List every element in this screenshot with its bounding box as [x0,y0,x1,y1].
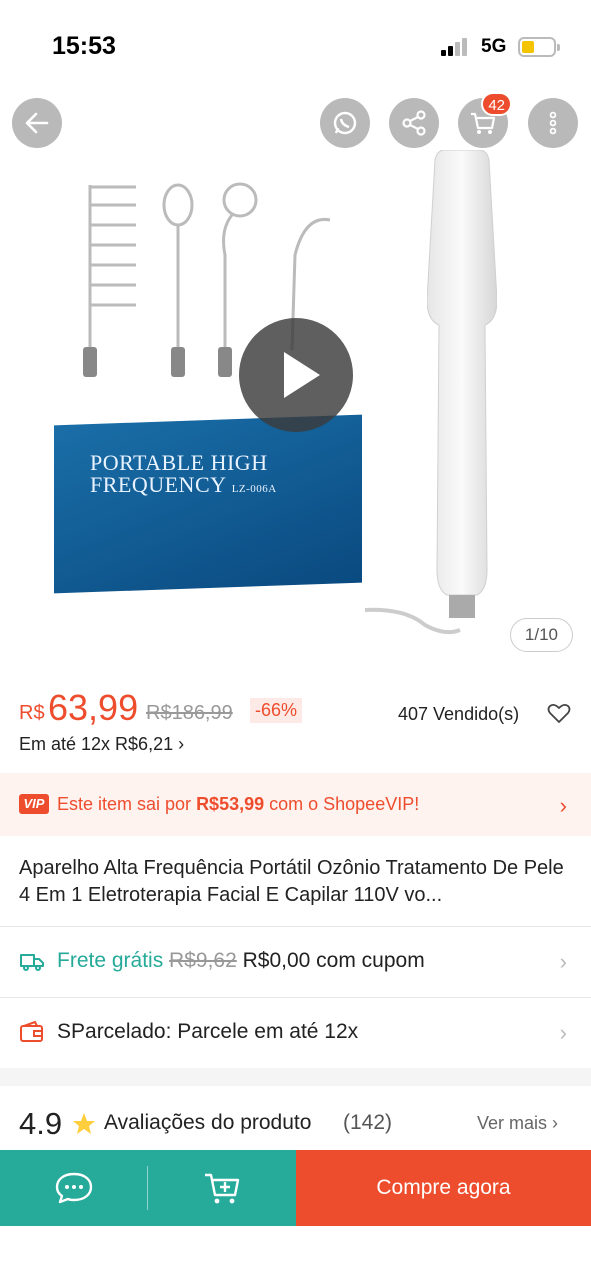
cart-count-badge: 42 [481,92,512,116]
wallet-icon [20,1020,43,1042]
battery-icon [518,37,560,57]
product-gallery[interactable]: PORTABLE HIGH FREQUENCY LZ-006A 42 1/10 [0,90,591,660]
whatsapp-share-button[interactable] [320,98,370,148]
add-to-cart-button[interactable] [148,1150,296,1226]
sparcelado-row[interactable]: SParcelado: Parcele em até 12x › [0,998,591,1068]
discount-badge: -66% [250,698,303,723]
chevron-right-icon: › [559,793,567,818]
vip-icon: VIP [19,794,49,814]
back-button[interactable] [12,98,62,148]
chevron-right-icon: › [559,1020,567,1045]
original-price: R$186,99 [146,702,233,724]
shipping-row[interactable]: Frete grátis R$9,62 R$0,00 com cupom › [0,927,591,997]
status-bar: 15:53 5G [0,0,591,90]
price-currency: R$ [19,702,45,724]
add-to-cart-icon [205,1173,240,1204]
star-icon [73,1113,95,1134]
see-more-link[interactable]: Ver mais › [477,1113,558,1134]
share-icon [402,110,426,136]
status-time: 15:53 [52,32,116,60]
chevron-right-icon: › [559,949,567,974]
reviews-count: (142) [343,1111,393,1134]
reviews-label: Avaliações do produto [104,1111,312,1134]
signal-icon [441,38,473,56]
chat-button[interactable] [0,1150,148,1226]
sold-count: 407 Vendido(s) [398,704,520,724]
whatsapp-icon [333,111,357,135]
section-gap [0,1068,591,1086]
heart-icon[interactable] [547,702,571,724]
wand-image [427,150,497,618]
network-label: 5G [481,36,507,57]
vip-text: Este item sai por R$53,99 com o ShopeeVI… [57,794,420,814]
more-options-button[interactable] [528,98,578,148]
chat-icon [55,1172,93,1204]
play-video-button[interactable] [239,318,353,432]
product-title: Aparelho Alta Frequência Portátil Ozônio… [19,857,564,906]
home-indicator-area [0,1226,591,1280]
image-counter: 1/10 [509,618,573,652]
installment-link[interactable]: Em até 12x R$6,21 › [19,734,184,755]
more-vertical-icon [549,111,557,135]
share-button[interactable] [389,98,439,148]
product-box-image [54,414,362,594]
price-section: R$ 63,99 R$186,99 -66% 407 Vendido(s) Em… [0,680,591,772]
box-text: PORTABLE HIGH FREQUENCY LZ-006A [90,450,277,497]
shipping-text: Frete grátis R$9,62 R$0,00 com cupom [57,949,425,972]
arrow-left-icon [25,112,49,134]
bottom-action-bar: Compre agora [0,1150,591,1226]
cart-button[interactable]: 42 [458,92,512,148]
sparcelado-text: SParcelado: Parcele em até 12x [57,1020,359,1043]
rating-value: 4.9 [19,1106,63,1141]
current-price: 63,99 [48,687,139,728]
cable-image [365,607,461,635]
buy-now-button[interactable]: Compre agora [296,1150,591,1226]
vip-banner[interactable]: VIP Este item sai por R$53,99 com o Shop… [0,773,591,836]
truck-icon [20,954,44,971]
